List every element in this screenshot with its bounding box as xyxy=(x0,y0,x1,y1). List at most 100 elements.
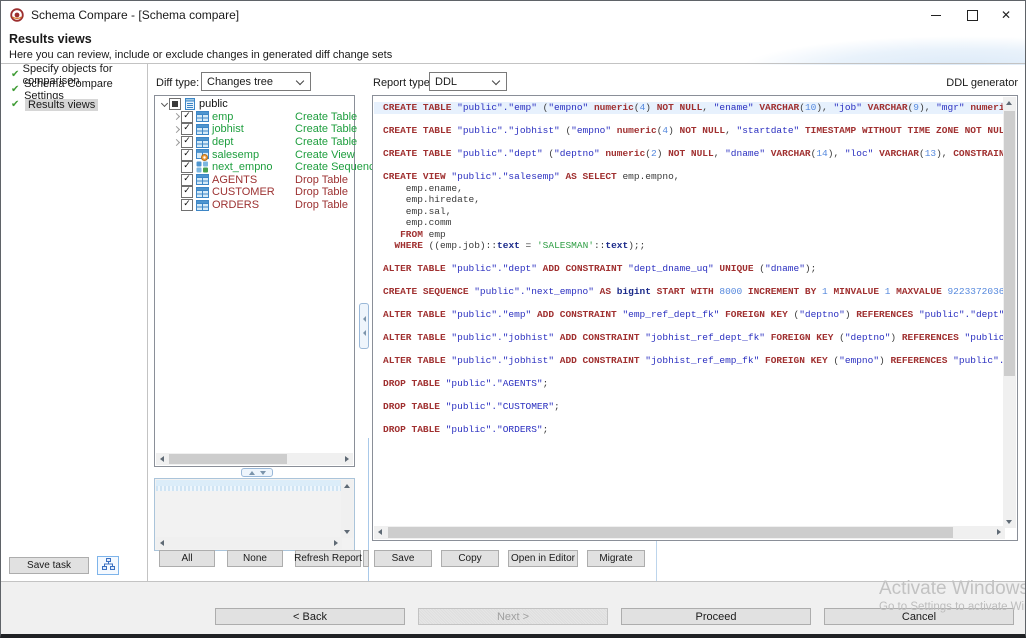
ddl-report-editor[interactable]: CREATE TABLE "public"."emp" ("empno" num… xyxy=(372,95,1018,541)
diff-type-value: Changes tree xyxy=(207,76,273,88)
none-button[interactable]: None xyxy=(227,550,283,567)
ddl-code[interactable]: CREATE TABLE "public"."emp" ("empno" num… xyxy=(374,97,1003,526)
view-icon xyxy=(196,149,209,161)
scroll-up-icon[interactable] xyxy=(1003,97,1015,109)
scroll-left-icon[interactable] xyxy=(156,537,168,549)
tree-item-action: Create Table xyxy=(295,111,357,123)
migrate-button[interactable]: Migrate xyxy=(587,550,645,567)
code-line xyxy=(383,252,1003,264)
code-line xyxy=(383,413,1003,425)
tree-row[interactable]: public xyxy=(155,98,354,111)
minimize-icon xyxy=(931,15,941,16)
table-icon xyxy=(196,200,209,211)
ddl-vertical-scrollbar[interactable] xyxy=(1003,97,1016,528)
checkbox[interactable]: ✓ xyxy=(181,111,193,123)
scroll-left-icon[interactable] xyxy=(374,526,386,538)
scroll-down-icon[interactable] xyxy=(341,526,353,538)
maximize-button[interactable] xyxy=(955,1,989,29)
tree-item-name: CUSTOMER xyxy=(212,186,275,198)
report-type-select[interactable]: DDL xyxy=(429,72,507,91)
check-mark: ✓ xyxy=(183,175,191,184)
vertical-splitter-handle[interactable] xyxy=(359,303,369,349)
code-line: emp.comm xyxy=(383,217,1003,229)
activate-windows-watermark: Activate Windows xyxy=(879,578,1026,600)
step-label: Results views xyxy=(25,99,98,111)
chevron-right-icon[interactable] xyxy=(171,114,181,119)
checkbox[interactable] xyxy=(169,98,181,110)
save-button[interactable]: Save xyxy=(374,550,432,567)
partial-check-mark xyxy=(172,101,178,107)
tree-row[interactable]: ✓CUSTOMERDrop Table xyxy=(155,186,354,199)
report-button-row: Save Copy Open in Editor Migrate xyxy=(374,550,645,567)
chevron-right-icon[interactable] xyxy=(171,140,181,145)
scroll-right-icon[interactable] xyxy=(330,537,342,549)
checkbox[interactable]: ✓ xyxy=(181,149,193,161)
scroll-right-icon[interactable] xyxy=(341,453,353,465)
tree-item-name: next_empno xyxy=(212,161,273,173)
check-mark: ✓ xyxy=(183,187,191,196)
save-task-button[interactable]: Save task xyxy=(9,557,89,574)
ddl-horizontal-scrollbar[interactable] xyxy=(374,526,1005,539)
tree-row[interactable]: ✓salesempCreate View xyxy=(155,148,354,161)
connection-settings-button[interactable] xyxy=(97,556,119,575)
checkbox[interactable]: ✓ xyxy=(181,136,193,148)
scrollbar-thumb[interactable] xyxy=(388,527,953,538)
close-button[interactable]: ✕ xyxy=(989,1,1023,29)
table-icon xyxy=(196,187,209,198)
tree-item-action: Create View xyxy=(295,149,355,161)
scroll-left-icon[interactable] xyxy=(156,453,168,465)
code-line xyxy=(383,367,1003,379)
all-button[interactable]: All xyxy=(159,550,215,567)
scroll-up-icon[interactable] xyxy=(341,480,353,492)
proceed-button[interactable]: Proceed xyxy=(621,608,811,625)
checkbox[interactable]: ✓ xyxy=(181,161,193,173)
copy-button[interactable]: Copy xyxy=(441,550,499,567)
collapse-left-icon xyxy=(363,316,366,322)
sequence-icon xyxy=(196,161,209,173)
checkbox[interactable]: ✓ xyxy=(181,123,193,135)
tree-row[interactable]: ✓ORDERSDrop Table xyxy=(155,199,354,212)
minimize-button[interactable] xyxy=(919,1,953,29)
tree-horizontal-scrollbar[interactable] xyxy=(156,453,353,465)
checkbox[interactable]: ✓ xyxy=(181,186,193,198)
step-item[interactable]: ✔Schema Compare Settings xyxy=(1,82,147,97)
preview-hatched-row xyxy=(156,486,341,491)
chevron-down-icon[interactable] xyxy=(159,103,169,106)
scroll-right-icon[interactable] xyxy=(993,526,1005,538)
code-line xyxy=(383,137,1003,149)
clipped-button[interactable] xyxy=(363,550,369,567)
tree-item-action: Create Table xyxy=(295,136,357,148)
changes-tree[interactable]: public✓empCreate Table✓jobhistCreate Tab… xyxy=(154,95,355,467)
back-button[interactable]: < Back xyxy=(215,608,405,625)
tree-item-action: Create Sequence xyxy=(295,161,381,173)
code-line xyxy=(383,344,1003,356)
refresh-report-button[interactable]: Refresh Report xyxy=(295,550,361,567)
code-line: CREATE TABLE "public"."emp" ("empno" num… xyxy=(374,102,1003,114)
tree-row[interactable]: ✓jobhistCreate Table xyxy=(155,123,354,136)
scrollbar-thumb[interactable] xyxy=(169,454,287,464)
scrollbar-thumb[interactable] xyxy=(1004,111,1015,376)
diff-type-select[interactable]: Changes tree xyxy=(201,72,311,91)
preview-vertical-scrollbar[interactable] xyxy=(341,480,353,538)
open-in-editor-button[interactable]: Open in Editor xyxy=(508,550,578,567)
tree-row[interactable]: ✓ dept Create Table xyxy=(155,136,354,149)
chevron-right-icon[interactable] xyxy=(171,127,181,132)
tree-row[interactable]: ✓AGENTSDrop Table xyxy=(155,174,354,187)
tree-row[interactable]: ✓next_empnoCreate Sequence xyxy=(155,161,354,174)
code-line: CREATE TABLE "public"."dept" ("deptno" n… xyxy=(383,148,1003,160)
code-line: ALTER TABLE "public"."jobhist" ADD CONST… xyxy=(383,355,1003,367)
check-mark: ✓ xyxy=(183,137,191,146)
tree-row[interactable]: ✓empCreate Table xyxy=(155,111,354,124)
code-line xyxy=(383,114,1003,126)
preview-horizontal-scrollbar[interactable] xyxy=(156,537,342,549)
code-line: CREATE VIEW "public"."salesemp" AS SELEC… xyxy=(383,171,1003,183)
code-line xyxy=(383,390,1003,402)
checkbox[interactable]: ✓ xyxy=(181,174,193,186)
tree-item-name: dept xyxy=(212,136,233,148)
checkbox[interactable]: ✓ xyxy=(181,199,193,211)
change-preview-panel[interactable] xyxy=(154,478,355,551)
maximize-icon xyxy=(967,10,978,21)
horizontal-splitter-handle[interactable] xyxy=(241,468,273,477)
table-icon xyxy=(196,174,209,185)
code-line: emp.sal, xyxy=(383,206,1003,218)
